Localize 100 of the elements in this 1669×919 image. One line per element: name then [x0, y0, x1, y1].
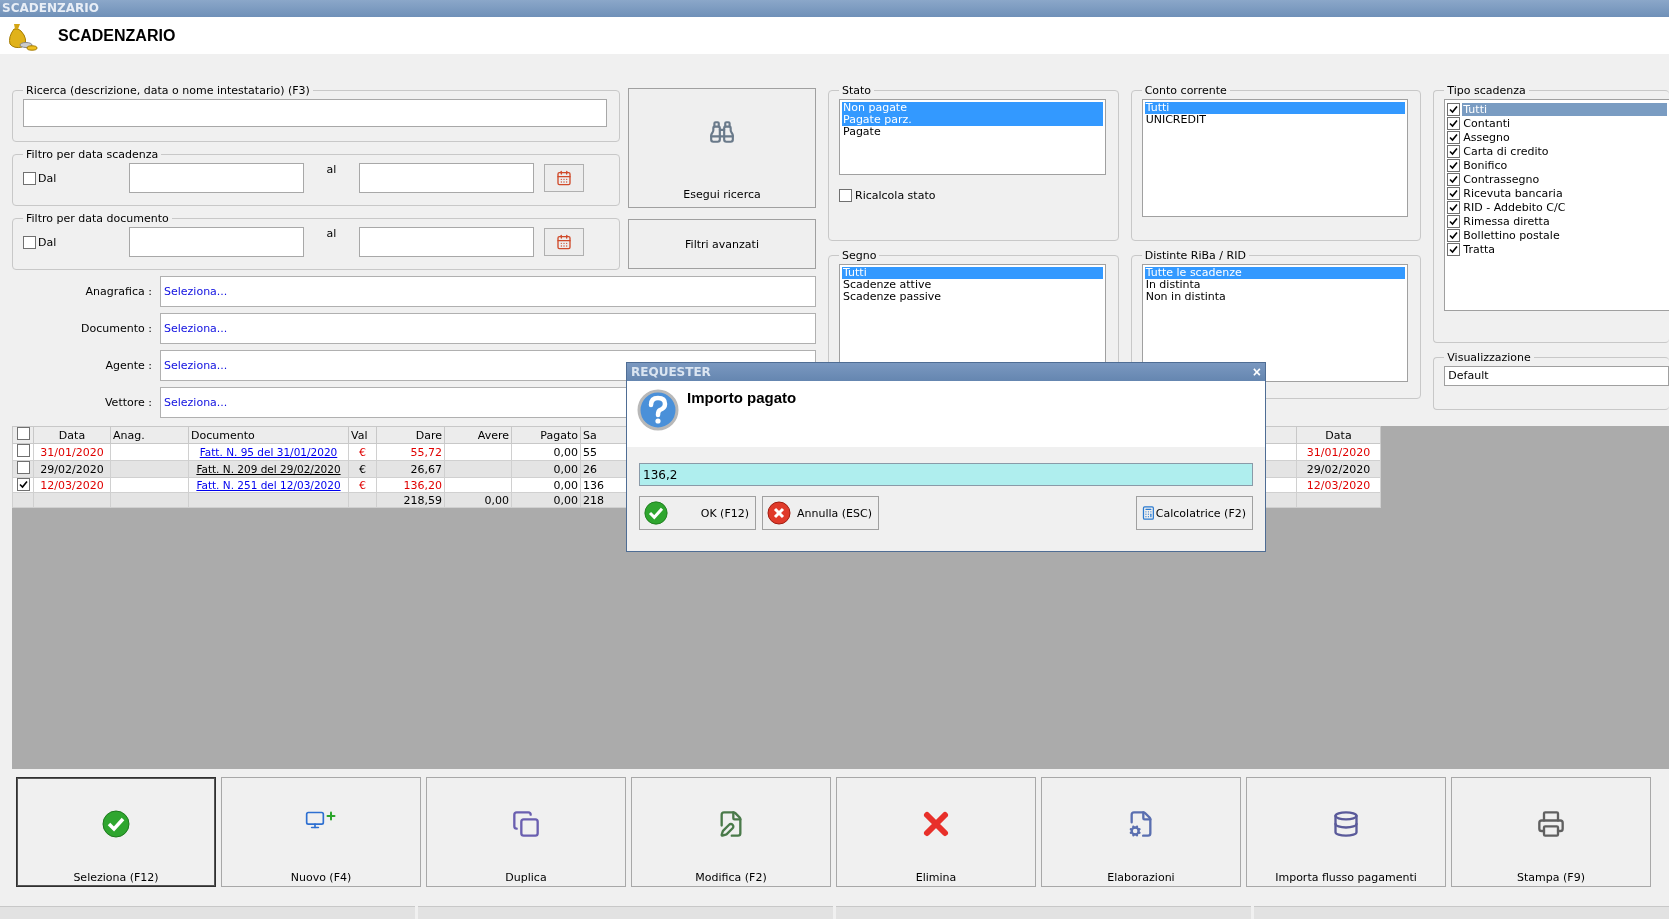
checkbox[interactable]	[16, 427, 30, 440]
list-item[interactable]: Contanti	[1462, 116, 1667, 130]
date-from-field[interactable]	[129, 163, 304, 193]
column-header[interactable]: Documento	[188, 426, 349, 444]
calendar-button[interactable]	[544, 164, 584, 192]
toolbar-button[interactable]: Duplica	[426, 777, 626, 887]
toolbar-button[interactable]: Elaborazioni	[1041, 777, 1241, 887]
checkbox[interactable]	[16, 461, 30, 474]
database-icon	[1332, 810, 1360, 838]
toolbar-button[interactable]: Nuovo (F4)	[221, 777, 421, 887]
table-cell: 0,00	[511, 477, 581, 493]
checkbox[interactable]	[23, 171, 36, 185]
checkbox-label: Dal	[38, 171, 57, 185]
search-button[interactable]: Esegui ricerca	[628, 88, 816, 208]
column-header[interactable]: Sa	[580, 426, 627, 444]
table-cell: 31/01/2020	[1296, 443, 1381, 461]
column-header[interactable]: Dare	[376, 426, 445, 444]
select-field[interactable]: Seleziona...	[160, 313, 816, 344]
column-header[interactable]: Pagato	[511, 426, 581, 444]
toolbar-button[interactable]: Seleziona (F12)	[16, 777, 216, 887]
field-label: Anagrafica :	[84, 285, 152, 298]
list-item[interactable]: In distinta	[1144, 279, 1406, 291]
checkbox[interactable]	[16, 478, 30, 491]
list-item[interactable]: Non in distinta	[1144, 291, 1406, 303]
to-label: al	[325, 163, 338, 176]
search-field[interactable]	[23, 99, 607, 127]
table-cell	[444, 477, 512, 493]
group-title: Filtro per data documento	[25, 212, 170, 225]
list-item[interactable]: RID - Addebito C/C	[1462, 200, 1667, 214]
checkbox[interactable]	[16, 444, 30, 457]
column-header[interactable]: Data	[1296, 426, 1381, 444]
date-to-field[interactable]	[359, 163, 534, 193]
field-label: Documento :	[80, 322, 152, 335]
total-cell: 0,00	[444, 492, 512, 508]
list-item[interactable]: Ricevuta bancaria	[1462, 186, 1667, 200]
list-item[interactable]: Scadenze attive	[842, 279, 1103, 291]
checkbox[interactable]	[1447, 200, 1461, 214]
checkbox[interactable]	[839, 189, 852, 202]
checkbox[interactable]	[1447, 214, 1461, 228]
table-cell	[444, 460, 512, 478]
checkbox[interactable]	[1447, 130, 1461, 144]
total-cell: 0,00	[511, 492, 581, 508]
checkbox[interactable]	[1447, 242, 1461, 256]
toolbar-button[interactable]: Elimina	[836, 777, 1036, 887]
list-item[interactable]: Bollettino postale	[1462, 228, 1667, 242]
list-item[interactable]: Bonifico	[1462, 158, 1667, 172]
checkbox[interactable]	[23, 235, 36, 249]
list-item[interactable]: Contrassegno	[1462, 172, 1667, 186]
ok-icon	[644, 501, 668, 525]
dialog-button[interactable]: Annulla (ESC)	[762, 496, 879, 530]
group-title: Conto corrente	[1143, 84, 1228, 97]
amount-field[interactable]: 136,2	[639, 463, 1253, 486]
list-item[interactable]: Carta di credito	[1462, 144, 1667, 158]
checkbox[interactable]	[1447, 144, 1461, 158]
toolbar-button[interactable]: Importa flusso pagamenti	[1246, 777, 1446, 887]
view-dropdown[interactable]: Default	[1444, 365, 1669, 386]
checkbox[interactable]	[1447, 102, 1461, 116]
list-item[interactable]: Tratta	[1462, 242, 1667, 256]
calendar-icon	[556, 234, 572, 250]
advanced-filter-button[interactable]: Filtri avanzati	[628, 219, 816, 269]
dialog-button[interactable]: OK (F12)	[639, 496, 756, 530]
group-title: Stato	[841, 84, 873, 97]
checkbox-label: Ricalcola stato	[855, 189, 936, 202]
select-field[interactable]: Seleziona...	[160, 276, 816, 307]
field-label: Vettore :	[103, 396, 152, 409]
column-header[interactable]: Data	[33, 426, 111, 444]
toolbar-button[interactable]: Modifica (F2)	[631, 777, 831, 887]
binoculars-icon	[709, 119, 735, 145]
toolbar-button[interactable]: Stampa (F9)	[1451, 777, 1651, 887]
table-cell: 12/03/2020	[1296, 477, 1381, 493]
window-title: SCADENZARIO	[0, 0, 1669, 17]
checkbox[interactable]	[1447, 186, 1461, 200]
date-to-field[interactable]	[359, 227, 534, 257]
checkbox[interactable]	[1447, 172, 1461, 186]
checkbox[interactable]	[1447, 228, 1461, 242]
monitor-plus-icon	[305, 810, 337, 830]
table-cell: 31/01/2020	[33, 443, 111, 461]
copy-icon	[512, 810, 540, 838]
date-from-field[interactable]	[129, 227, 304, 257]
list-item[interactable]: UNICREDIT	[1144, 114, 1406, 126]
column-header[interactable]: Anag.	[110, 426, 189, 444]
list-item[interactable]: Scadenze passive	[842, 291, 1103, 303]
checkbox[interactable]	[1447, 116, 1461, 130]
list-item[interactable]: Pagate	[842, 126, 1103, 138]
check-icon	[102, 810, 130, 838]
group-title: Segno	[841, 249, 878, 262]
list-item[interactable]: Assegno	[1462, 130, 1667, 144]
dialog-message: Importo pagato	[687, 389, 797, 408]
column-header[interactable]: Avere	[444, 426, 512, 444]
list-item[interactable]: Rimessa diretta	[1462, 214, 1667, 228]
table-cell: €	[348, 477, 377, 493]
table-cell: 55,72	[376, 443, 445, 461]
table-cell: 12/03/2020	[33, 477, 111, 493]
column-header[interactable]: Val	[348, 426, 377, 444]
group-title: Filtro per data scadenza	[25, 148, 160, 161]
checkbox[interactable]	[1447, 158, 1461, 172]
document-gear-icon	[1127, 810, 1155, 838]
dialog-button[interactable]: Calcolatrice (F2)	[1136, 496, 1253, 530]
delete-icon	[922, 810, 950, 838]
calendar-button[interactable]	[544, 228, 584, 256]
